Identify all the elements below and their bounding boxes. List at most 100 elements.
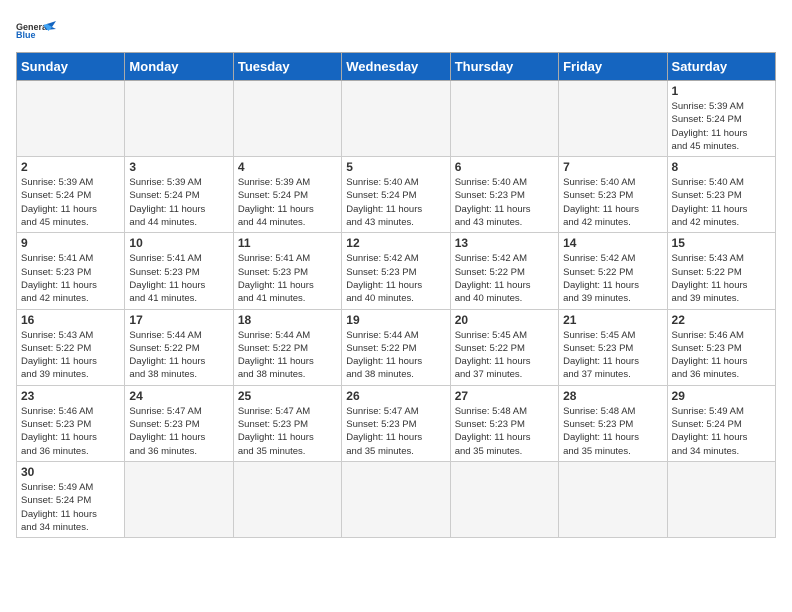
day-info: Sunrise: 5:39 AM Sunset: 5:24 PM Dayligh… [672, 100, 771, 153]
weekday-header-friday: Friday [559, 53, 667, 81]
day-info: Sunrise: 5:40 AM Sunset: 5:23 PM Dayligh… [672, 176, 771, 229]
day-cell: 2 Sunrise: 5:39 AM Sunset: 5:24 PM Daylig… [17, 157, 125, 233]
day-number: 15 [672, 236, 771, 250]
day-cell [125, 461, 233, 537]
day-number: 22 [672, 313, 771, 327]
day-cell [342, 461, 450, 537]
day-info: Sunrise: 5:39 AM Sunset: 5:24 PM Dayligh… [21, 176, 120, 229]
day-info: Sunrise: 5:48 AM Sunset: 5:23 PM Dayligh… [455, 405, 554, 458]
day-number: 1 [672, 84, 771, 98]
day-info: Sunrise: 5:48 AM Sunset: 5:23 PM Dayligh… [563, 405, 662, 458]
day-cell: 5Sunrise: 5:40 AM Sunset: 5:24 PM Daylig… [342, 157, 450, 233]
day-info: Sunrise: 5:43 AM Sunset: 5:22 PM Dayligh… [672, 252, 771, 305]
day-number: 2 [21, 160, 120, 174]
weekday-header-saturday: Saturday [667, 53, 775, 81]
day-cell: 20Sunrise: 5:45 AM Sunset: 5:22 PM Dayli… [450, 309, 558, 385]
day-cell: 26 Sunrise: 5:47 AM Sunset: 5:23 PM Dayli… [342, 385, 450, 461]
day-info: Sunrise: 5:47 AM Sunset: 5:23 PM Dayligh… [346, 405, 445, 458]
day-cell [233, 81, 341, 157]
day-number: 12 [346, 236, 445, 250]
day-info: Sunrise: 5:46 AM Sunset: 5:23 PM Dayligh… [672, 329, 771, 382]
day-number: 29 [672, 389, 771, 403]
day-cell [233, 461, 341, 537]
day-cell: 24Sunrise: 5:47 AM Sunset: 5:23 PM Dayli… [125, 385, 233, 461]
day-info: Sunrise: 5:43 AM Sunset: 5:22 PM Dayligh… [21, 329, 120, 382]
day-number: 25 [238, 389, 337, 403]
day-number: 16 [21, 313, 120, 327]
day-info: Sunrise: 5:47 AM Sunset: 5:23 PM Dayligh… [238, 405, 337, 458]
day-info: Sunrise: 5:41 AM Sunset: 5:23 PM Dayligh… [238, 252, 337, 305]
day-cell: 13Sunrise: 5:42 AM Sunset: 5:22 PM Dayli… [450, 233, 558, 309]
day-cell: 11 Sunrise: 5:41 AM Sunset: 5:23 PM Dayli… [233, 233, 341, 309]
day-cell: 12Sunrise: 5:42 AM Sunset: 5:23 PM Dayli… [342, 233, 450, 309]
day-number: 5 [346, 160, 445, 174]
weekday-header-thursday: Thursday [450, 53, 558, 81]
day-cell: 16 Sunrise: 5:43 AM Sunset: 5:22 PM Dayli… [17, 309, 125, 385]
day-cell: 17 Sunrise: 5:44 AM Sunset: 5:22 PM Dayli… [125, 309, 233, 385]
day-number: 11 [238, 236, 337, 250]
day-info: Sunrise: 5:44 AM Sunset: 5:22 PM Dayligh… [238, 329, 337, 382]
logo-icon: General Blue [16, 18, 56, 42]
day-cell: 18Sunrise: 5:44 AM Sunset: 5:22 PM Dayli… [233, 309, 341, 385]
day-cell: 8 Sunrise: 5:40 AM Sunset: 5:23 PM Daylig… [667, 157, 775, 233]
day-number: 3 [129, 160, 228, 174]
day-cell: 6 Sunrise: 5:40 AM Sunset: 5:23 PM Daylig… [450, 157, 558, 233]
day-number: 6 [455, 160, 554, 174]
day-cell [17, 81, 125, 157]
day-number: 9 [21, 236, 120, 250]
day-number: 23 [21, 389, 120, 403]
day-number: 17 [129, 313, 228, 327]
header: General Blue [16, 16, 776, 42]
week-row-6: 30 Sunrise: 5:49 AM Sunset: 5:24 PM Dayli… [17, 461, 776, 537]
day-cell [342, 81, 450, 157]
week-row-3: 9 Sunrise: 5:41 AM Sunset: 5:23 PM Daylig… [17, 233, 776, 309]
day-info: Sunrise: 5:44 AM Sunset: 5:22 PM Dayligh… [129, 329, 228, 382]
week-row-5: 23 Sunrise: 5:46 AM Sunset: 5:23 PM Dayli… [17, 385, 776, 461]
day-number: 4 [238, 160, 337, 174]
day-info: Sunrise: 5:42 AM Sunset: 5:22 PM Dayligh… [455, 252, 554, 305]
day-number: 30 [21, 465, 120, 479]
weekday-header-wednesday: Wednesday [342, 53, 450, 81]
day-cell: 30 Sunrise: 5:49 AM Sunset: 5:24 PM Dayli… [17, 461, 125, 537]
day-info: Sunrise: 5:39 AM Sunset: 5:24 PM Dayligh… [129, 176, 228, 229]
logo-area: General Blue [16, 16, 56, 42]
day-info: Sunrise: 5:39 AM Sunset: 5:24 PM Dayligh… [238, 176, 337, 229]
day-number: 10 [129, 236, 228, 250]
week-row-2: 2 Sunrise: 5:39 AM Sunset: 5:24 PM Daylig… [17, 157, 776, 233]
calendar: SundayMondayTuesdayWednesdayThursdayFrid… [16, 52, 776, 538]
day-info: Sunrise: 5:41 AM Sunset: 5:23 PM Dayligh… [21, 252, 120, 305]
day-info: Sunrise: 5:40 AM Sunset: 5:23 PM Dayligh… [455, 176, 554, 229]
day-cell: 29 Sunrise: 5:49 AM Sunset: 5:24 PM Dayli… [667, 385, 775, 461]
day-cell: 15 Sunrise: 5:43 AM Sunset: 5:22 PM Dayli… [667, 233, 775, 309]
day-info: Sunrise: 5:42 AM Sunset: 5:22 PM Dayligh… [563, 252, 662, 305]
svg-text:Blue: Blue [16, 30, 36, 40]
day-cell: 14 Sunrise: 5:42 AM Sunset: 5:22 PM Dayli… [559, 233, 667, 309]
day-info: Sunrise: 5:40 AM Sunset: 5:23 PM Dayligh… [563, 176, 662, 229]
day-info: Sunrise: 5:44 AM Sunset: 5:22 PM Dayligh… [346, 329, 445, 382]
day-cell [125, 81, 233, 157]
day-cell: 1 Sunrise: 5:39 AM Sunset: 5:24 PM Daylig… [667, 81, 775, 157]
day-info: Sunrise: 5:45 AM Sunset: 5:22 PM Dayligh… [455, 329, 554, 382]
day-cell: 23 Sunrise: 5:46 AM Sunset: 5:23 PM Dayli… [17, 385, 125, 461]
day-number: 14 [563, 236, 662, 250]
day-number: 26 [346, 389, 445, 403]
day-number: 8 [672, 160, 771, 174]
day-info: Sunrise: 5:45 AM Sunset: 5:23 PM Dayligh… [563, 329, 662, 382]
day-cell: 10Sunrise: 5:41 AM Sunset: 5:23 PM Dayli… [125, 233, 233, 309]
day-info: Sunrise: 5:46 AM Sunset: 5:23 PM Dayligh… [21, 405, 120, 458]
day-number: 19 [346, 313, 445, 327]
day-number: 27 [455, 389, 554, 403]
weekday-header-tuesday: Tuesday [233, 53, 341, 81]
day-cell: 25 Sunrise: 5:47 AM Sunset: 5:23 PM Dayli… [233, 385, 341, 461]
day-cell [450, 81, 558, 157]
day-cell [667, 461, 775, 537]
day-cell: 9 Sunrise: 5:41 AM Sunset: 5:23 PM Daylig… [17, 233, 125, 309]
day-cell: 22 Sunrise: 5:46 AM Sunset: 5:23 PM Dayli… [667, 309, 775, 385]
day-cell: 4 Sunrise: 5:39 AM Sunset: 5:24 PM Daylig… [233, 157, 341, 233]
day-info: Sunrise: 5:49 AM Sunset: 5:24 PM Dayligh… [672, 405, 771, 458]
day-info: Sunrise: 5:47 AM Sunset: 5:23 PM Dayligh… [129, 405, 228, 458]
day-number: 21 [563, 313, 662, 327]
day-info: Sunrise: 5:49 AM Sunset: 5:24 PM Dayligh… [21, 481, 120, 534]
day-cell: 27 Sunrise: 5:48 AM Sunset: 5:23 PM Dayli… [450, 385, 558, 461]
day-number: 7 [563, 160, 662, 174]
